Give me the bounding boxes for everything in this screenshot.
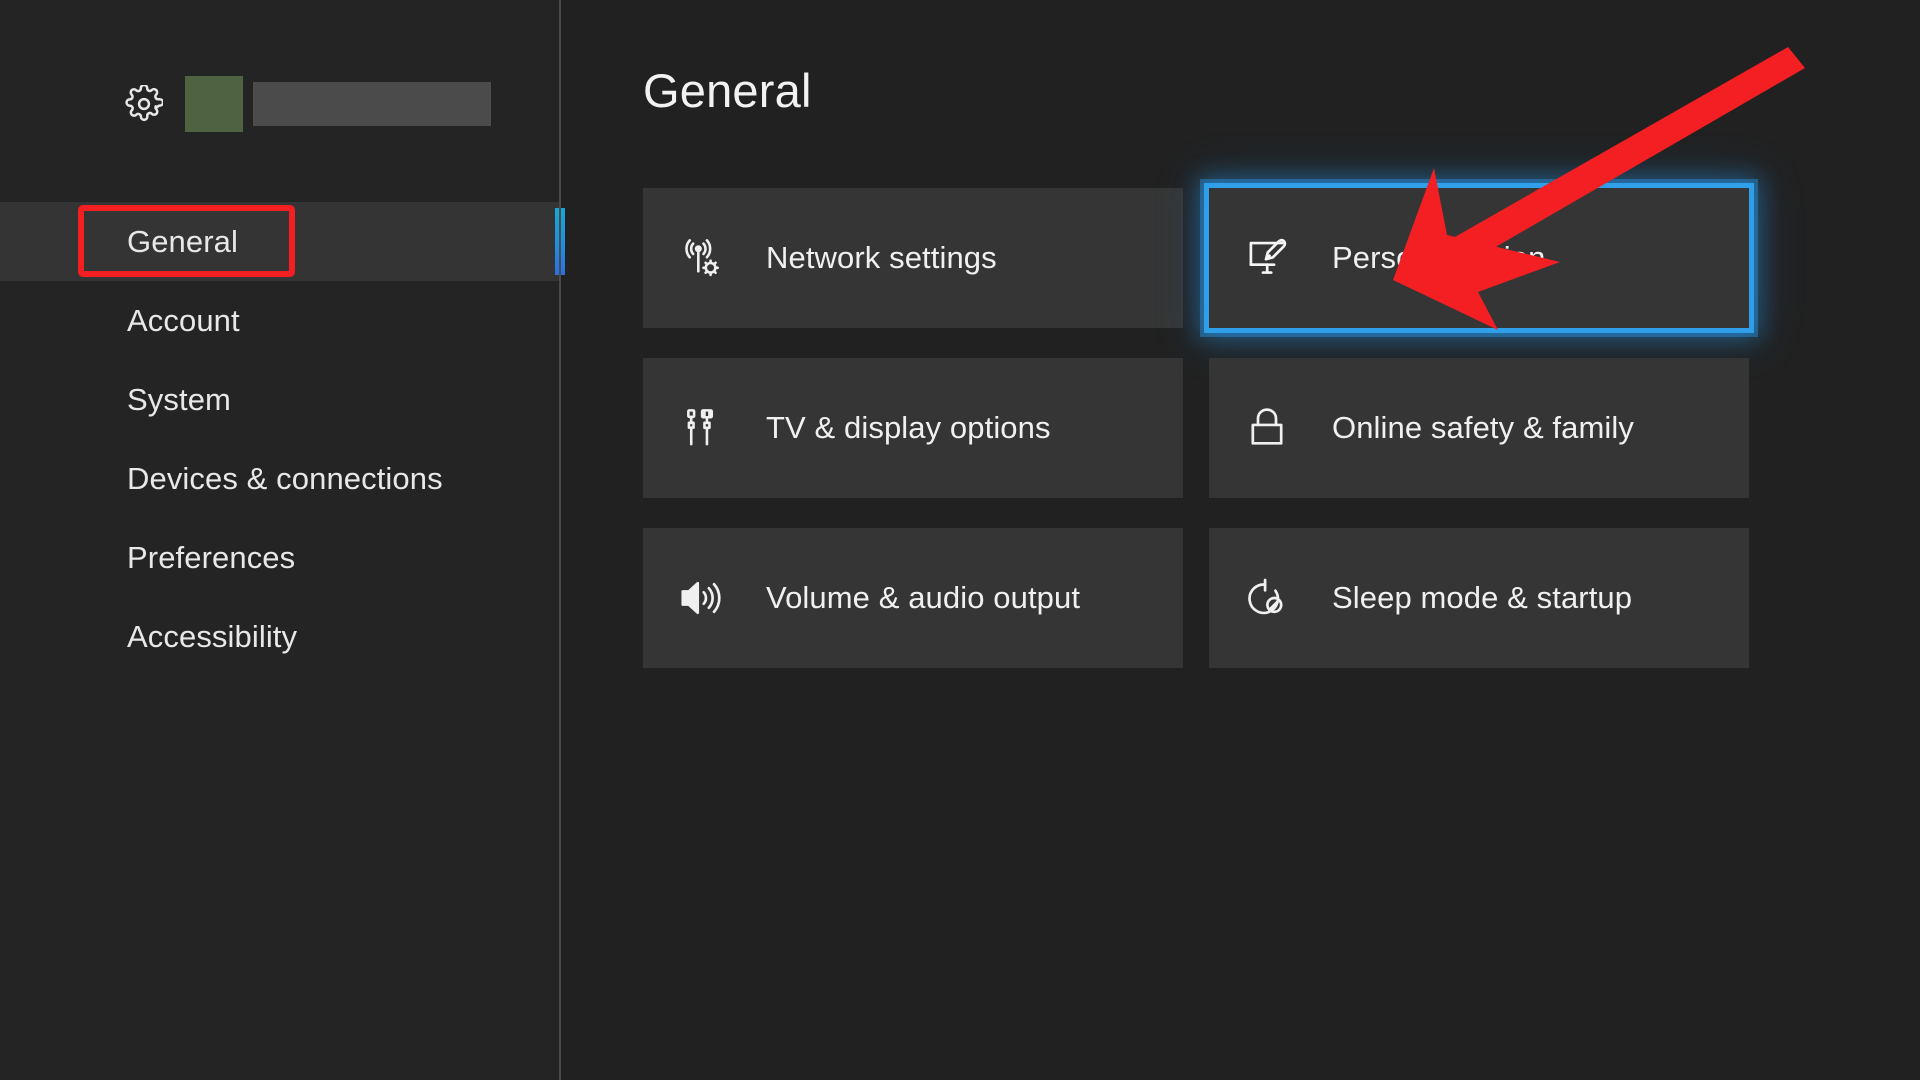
sidebar-item-preferences[interactable]: Preferences <box>0 518 560 597</box>
tile-online-safety-family[interactable]: Online safety & family <box>1209 358 1749 498</box>
sidebar: General Account System Devices & connect… <box>0 0 560 1080</box>
sidebar-nav: General Account System Devices & connect… <box>0 202 560 676</box>
xbox-settings-screen: General Account System Devices & connect… <box>0 0 1920 1080</box>
tile-label: Online safety & family <box>1332 410 1634 446</box>
tile-network-settings[interactable]: Network settings <box>643 188 1183 328</box>
sidebar-item-account[interactable]: Account <box>0 281 560 360</box>
sidebar-item-label: General <box>127 224 238 260</box>
wireless-network-settings-icon <box>676 233 726 283</box>
tile-volume-audio-output[interactable]: Volume & audio output <box>643 528 1183 668</box>
tile-label: TV & display options <box>766 410 1051 446</box>
sidebar-item-label: Account <box>127 303 240 339</box>
tile-label: Network settings <box>766 240 997 276</box>
sidebar-item-system[interactable]: System <box>0 360 560 439</box>
gear-icon <box>125 85 163 123</box>
sidebar-item-label: Preferences <box>127 540 295 576</box>
speaker-volume-icon <box>676 573 726 623</box>
tile-label: Personalization <box>1332 240 1545 276</box>
tile-label: Volume & audio output <box>766 580 1080 616</box>
tile-personalization[interactable]: Personalization <box>1209 188 1749 328</box>
sidebar-item-accessibility[interactable]: Accessibility <box>0 597 560 676</box>
gamertag-redacted <box>253 82 491 126</box>
tile-tv-display-options[interactable]: TV & display options <box>643 358 1183 498</box>
settings-tile-grid: Network settings Personalization <box>643 188 1749 668</box>
padlock-icon <box>1242 403 1292 453</box>
page-title: General <box>643 63 812 118</box>
avatar <box>185 76 243 132</box>
tile-label: Sleep mode & startup <box>1332 580 1632 616</box>
display-paintbrush-icon <box>1242 233 1292 283</box>
account-header[interactable] <box>0 68 560 140</box>
sidebar-item-label: Accessibility <box>127 619 297 655</box>
power-leaf-icon <box>1242 573 1292 623</box>
av-cables-icon <box>676 403 726 453</box>
sidebar-item-devices-connections[interactable]: Devices & connections <box>0 439 560 518</box>
sidebar-item-label: Devices & connections <box>127 461 443 497</box>
sidebar-item-general[interactable]: General <box>0 202 560 281</box>
sidebar-item-label: System <box>127 382 231 418</box>
tile-sleep-mode-startup[interactable]: Sleep mode & startup <box>1209 528 1749 668</box>
main-content: General Network settings <box>560 0 1920 1080</box>
